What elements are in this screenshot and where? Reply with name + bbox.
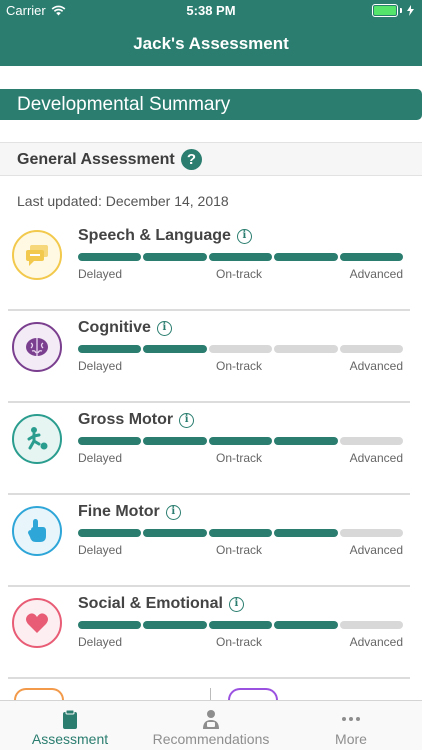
progress-segment-filled [208, 253, 273, 261]
progress-segment-filled [274, 529, 338, 537]
scale-label-advanced: Advanced [349, 635, 403, 649]
domain-row-fine-motor[interactable]: Fine Motor i Delayed On-track Advanced [0, 495, 422, 587]
info-icon[interactable]: i [228, 596, 244, 612]
scale-label-delayed: Delayed [78, 451, 123, 465]
scale-label-advanced: Advanced [349, 359, 403, 373]
person-icon [203, 710, 219, 729]
tab-label: More [335, 731, 367, 747]
brain-icon [12, 322, 62, 372]
clock: 5:38 PM [186, 3, 236, 18]
info-icon[interactable]: i [179, 412, 195, 428]
general-assessment-title: General Assessment [17, 151, 175, 168]
scale-label-advanced: Advanced [349, 543, 403, 557]
pointing-hand-icon [12, 506, 62, 556]
info-icon[interactable]: i [236, 228, 252, 244]
progress-segment-filled [274, 621, 338, 629]
domain-name: Social & Emotional [78, 595, 223, 612]
tab-assessment[interactable]: Assessment [0, 701, 140, 750]
progress-segment-filled [78, 529, 142, 537]
tab-more[interactable]: More [281, 701, 421, 750]
progress-track [78, 621, 404, 629]
progress-segment-filled [143, 345, 207, 353]
progress-track [78, 437, 404, 445]
scale-label-on-track: On-track [216, 635, 263, 649]
progress-segment-filled [274, 437, 338, 445]
question-mark-icon[interactable]: ? [181, 149, 202, 170]
progress-segment-filled [339, 253, 404, 261]
kicking-ball-icon [12, 414, 62, 464]
tab-bar: Assessment Recommendations More [0, 700, 422, 750]
clipboard-icon [63, 709, 77, 729]
domain-label: Social & Emotional i [78, 595, 244, 613]
progress-track [78, 253, 404, 261]
domain-name: Cognitive [78, 319, 151, 336]
scale-label-delayed: Delayed [78, 359, 123, 373]
domain-row-cognitive[interactable]: Cognitive i Delayed On-track Advanced [0, 311, 422, 403]
scale-label-delayed: Delayed [78, 267, 123, 281]
heart-icon [12, 598, 62, 648]
section-title: Developmental Summary [17, 94, 231, 115]
tab-label: Recommendations [152, 731, 270, 747]
progress-segment-empty [339, 529, 404, 537]
domain-row-speech-language[interactable]: Speech & Language i Delayed On-track Adv… [0, 219, 422, 311]
scale-label-delayed: Delayed [78, 543, 123, 557]
progress-segment-filled [208, 529, 273, 537]
progress-segment-empty [339, 437, 404, 445]
domain-name: Speech & Language [78, 227, 231, 244]
status-bar: Carrier 5:38 PM [0, 0, 422, 22]
progress-track [78, 529, 404, 537]
progress-segment-filled [143, 437, 207, 445]
next-domain-icon-peek-left [14, 688, 64, 700]
scale-label-advanced: Advanced [349, 451, 403, 465]
progress-segment-filled [274, 253, 338, 261]
domain-label: Cognitive i [78, 319, 172, 337]
tab-label: Assessment [31, 731, 109, 747]
progress-segment-empty [274, 345, 338, 353]
progress-segment-filled [78, 437, 142, 445]
general-assessment-header: General Assessment ? [0, 142, 422, 176]
domain-label: Gross Motor i [78, 411, 195, 429]
charging-bolt-icon [407, 5, 414, 16]
scale-label-delayed: Delayed [78, 635, 123, 649]
domain-row-gross-motor[interactable]: Gross Motor i Delayed On-track Advanced [0, 403, 422, 495]
progress-segment-filled [143, 253, 207, 261]
domain-name: Fine Motor [78, 503, 160, 520]
progress-segment-filled [78, 621, 142, 629]
scale-label-advanced: Advanced [349, 267, 403, 281]
progress-segment-filled [78, 253, 142, 261]
info-icon[interactable]: i [165, 504, 181, 520]
progress-segment-filled [78, 345, 142, 353]
speech-bubble-icon [12, 230, 62, 280]
last-updated-text: Last updated: December 14, 2018 [17, 193, 229, 209]
info-icon[interactable]: i [156, 320, 172, 336]
domain-name: Gross Motor [78, 411, 174, 428]
battery-icon [372, 4, 414, 17]
progress-segment-empty [339, 621, 404, 629]
section-banner: Developmental Summary [0, 89, 422, 120]
column-divider [210, 688, 211, 700]
progress-segment-filled [208, 437, 273, 445]
progress-track [78, 345, 404, 353]
progress-segment-filled [208, 621, 273, 629]
scale-label-on-track: On-track [216, 267, 263, 281]
tab-recommendations[interactable]: Recommendations [141, 701, 281, 750]
ellipsis-icon [342, 717, 360, 721]
scale-label-on-track: On-track [216, 543, 263, 557]
page-title: Jack's Assessment [133, 34, 289, 53]
next-domain-icon-peek-right [228, 688, 278, 700]
row-divider [8, 677, 410, 679]
domain-row-social-emotional[interactable]: Social & Emotional i Delayed On-track Ad… [0, 587, 422, 679]
domain-label: Fine Motor i [78, 503, 181, 521]
navigation-bar: Jack's Assessment [0, 22, 422, 66]
progress-segment-filled [143, 529, 207, 537]
scale-label-on-track: On-track [216, 359, 263, 373]
domain-label: Speech & Language i [78, 227, 252, 245]
scale-label-on-track: On-track [216, 451, 263, 465]
progress-segment-filled [143, 621, 207, 629]
progress-segment-empty [339, 345, 404, 353]
progress-segment-empty [208, 345, 273, 353]
